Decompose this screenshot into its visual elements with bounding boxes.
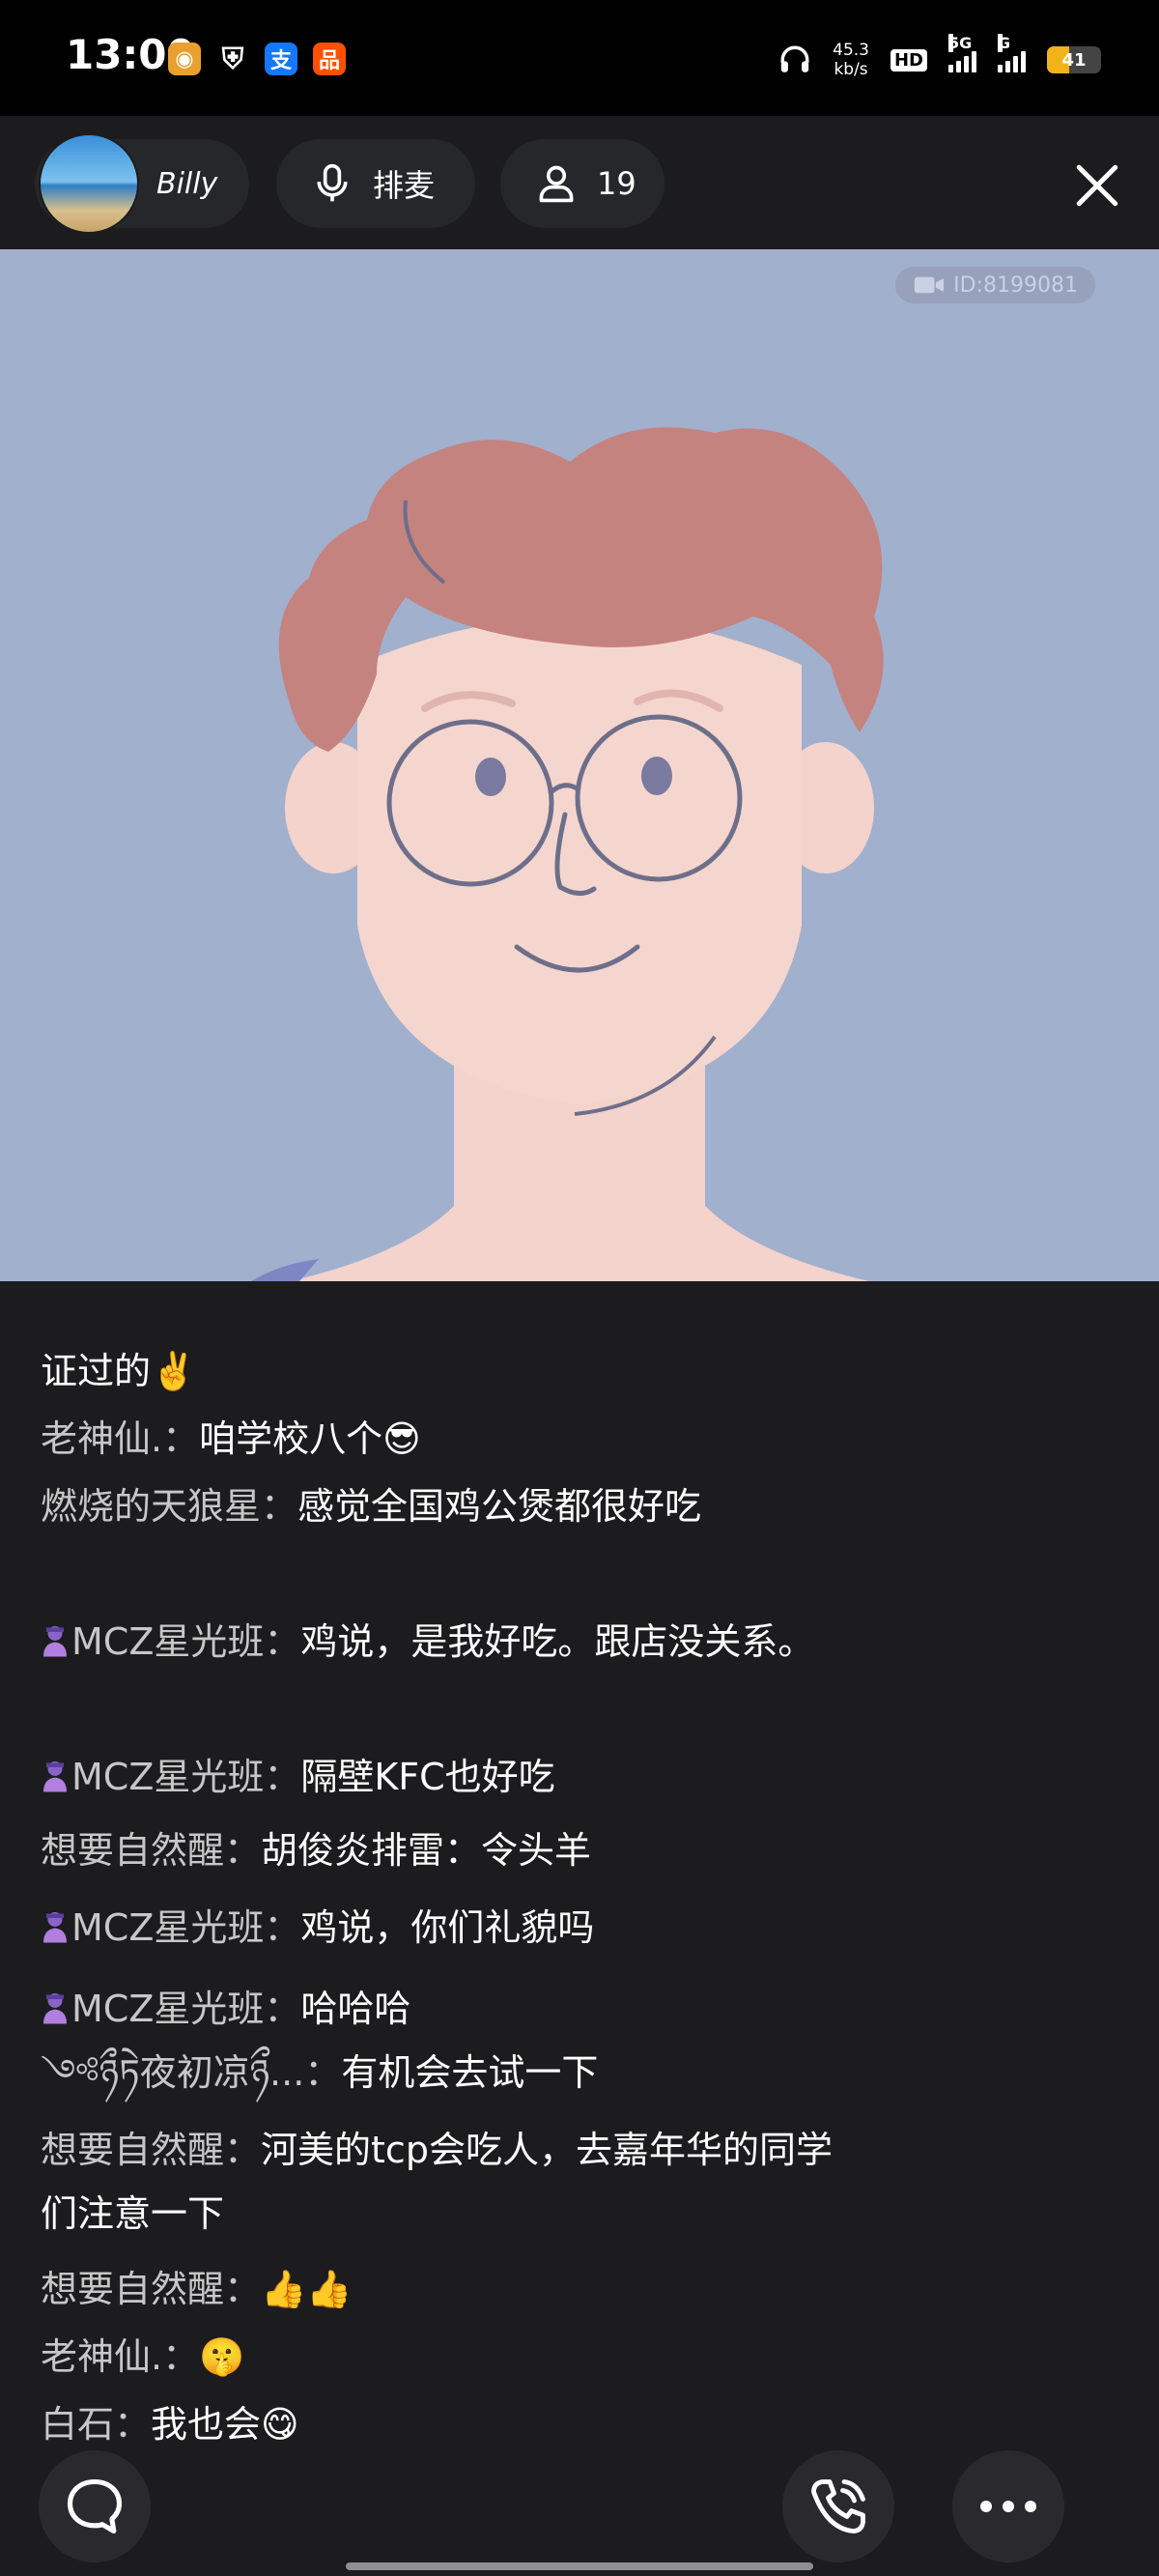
battery-indicator: 41: [1047, 46, 1101, 73]
members-button[interactable]: 19: [500, 139, 664, 228]
member-count: 19: [597, 165, 636, 202]
alipay-app-icon: 支: [265, 43, 297, 75]
chat-message-user[interactable]: MCZ星光班: [71, 1988, 264, 2030]
chat-message: 想要自然醒：河美的tcp会吃人，去嘉年华的同学们注意一下: [41, 2118, 842, 2246]
chat-message-text: 鸡说，是我好吃。跟店没关系。: [300, 1620, 815, 1663]
member-badge-icon: [43, 1912, 67, 1943]
chat-message-user[interactable]: MCZ星光班: [71, 1756, 264, 1798]
mic-queue-label: 排麦: [373, 167, 436, 204]
network-speed-unit: kb/s: [834, 60, 868, 79]
room-id: ID:8199081: [953, 272, 1078, 298]
chat-message-separator: ：: [162, 2335, 200, 2378]
home-indicator[interactable]: [346, 2562, 813, 2570]
status-bar: 13:00 ◉ ⛨ 支 品 45.3 kb/s HD 5G G 41: [0, 0, 1159, 116]
headphones-icon: [780, 45, 809, 72]
voice-call-button[interactable]: [782, 2450, 894, 2562]
chat-message-text: 哈哈哈: [300, 1988, 411, 2030]
chat-message-text: 感觉全国鸡公煲都很好吃: [297, 1485, 702, 1528]
chat-message: 老神仙.：🤫: [41, 2325, 842, 2389]
person-icon: [539, 165, 574, 203]
live-room-screen: 13:00 ◉ ⛨ 支 品 45.3 kb/s HD 5G G 41 Billy…: [0, 0, 1159, 2576]
chat-message-separator: ：: [261, 1485, 298, 1528]
chat-message-separator: ：: [264, 1906, 301, 1949]
chat-message-separator: ：: [162, 1417, 200, 1460]
phone-call-icon: [811, 2479, 865, 2533]
chat-message-user[interactable]: 想要自然醒: [41, 1829, 224, 1872]
signal-5g: 5G: [948, 34, 976, 72]
chat-message-text: 有机会去试一下: [341, 2051, 599, 2094]
video-camera-icon: [915, 276, 945, 294]
chat-message-separator: ：: [114, 2403, 152, 2446]
chat-message: 想要自然醒：胡俊炎排雷：令头羊: [41, 1818, 842, 1882]
member-badge-icon: [43, 1626, 67, 1657]
chat-message-emoji: 👍👍: [261, 2268, 353, 2310]
signal-5g-tag: 5G: [948, 34, 973, 52]
chat-message: MCZ星光班：鸡说，是我好吃。跟店没关系。: [41, 1610, 842, 1737]
chat-message-text: 证过的: [41, 1350, 152, 1392]
host-profile-button[interactable]: Billy: [35, 133, 249, 234]
chat-message-user[interactable]: 想要自然醒: [41, 2129, 224, 2171]
signal-g-tag: G: [998, 34, 1011, 52]
chat-message-separator: ：: [264, 1988, 301, 2030]
host-avatar: [39, 133, 139, 234]
hd-badge: HD: [890, 48, 927, 72]
signal-g: G: [998, 34, 1026, 72]
chat-message-list[interactable]: 证过的✌️ 老神仙.：咱学校八个😎 燃烧的天狼星：感觉全国鸡公煲都很好吃 MCZ星光班…: [0, 1281, 1159, 2446]
chat-message-separator: ：: [224, 2268, 262, 2310]
status-right-group: 45.3 kb/s HD 5G G 41: [778, 33, 1101, 87]
close-icon: [1076, 164, 1118, 207]
chat-message-user[interactable]: MCZ星光班: [71, 1906, 264, 1949]
more-dots-icon: [980, 2501, 1036, 2512]
chat-message-emoji: 😎: [382, 1417, 421, 1460]
shield-app-icon: ⛨: [221, 42, 244, 76]
chat-message-user[interactable]: 老神仙.: [41, 2335, 162, 2378]
chat-message-emoji: 🤫: [199, 2335, 245, 2378]
chat-message-separator: ：: [264, 1620, 301, 1663]
chat-message: MCZ星光班：哈哈哈: [41, 1977, 842, 2041]
chat-message-text: 咱学校八个: [199, 1417, 383, 1460]
more-options-button[interactable]: [952, 2450, 1064, 2562]
host-name: Billy: [156, 166, 218, 201]
chat-message-emoji: ✌️: [151, 1350, 197, 1392]
chat-message-user[interactable]: 白石: [41, 2403, 114, 2446]
room-id-badge: ID:8199081: [895, 267, 1095, 303]
chat-message: 证过的✌️: [41, 1339, 842, 1403]
mic-icon: [317, 163, 348, 202]
chat-message: MCZ星光班：隔壁KFC也好吃: [41, 1745, 842, 1809]
chat-message: MCZ星光班：鸡说，你们礼貌吗: [41, 1896, 842, 1960]
video-stream[interactable]: ID:8199081: [0, 249, 1159, 1281]
chat-message-separator: ：: [224, 1829, 262, 1872]
chat-message: 想要自然醒：👍👍: [41, 2257, 842, 2321]
bottom-action-bar: [0, 2441, 1159, 2576]
chat-message-text: 我也会: [151, 2403, 262, 2446]
camera-app-icon: ◉: [168, 43, 201, 75]
chat-message-user[interactable]: MCZ星光班: [71, 1620, 264, 1663]
chat-message-separator: ：: [264, 1756, 301, 1798]
mic-queue-button[interactable]: 排麦: [276, 139, 475, 228]
close-button[interactable]: [1062, 151, 1132, 220]
chat-message: ༺ཉྀཏེ夜初凉ཉྀ...：有机会去试一下: [41, 2041, 842, 2104]
taobao-app-icon: 品: [313, 43, 346, 75]
member-badge-icon: [43, 1993, 67, 2024]
chat-message-separator: ：: [304, 2051, 342, 2094]
host-cartoon-portrait: [251, 427, 884, 1281]
network-speed: 45.3 kb/s: [833, 41, 869, 79]
chat-message: 燃烧的天狼星：感觉全国鸡公煲都很好吃: [41, 1474, 842, 1602]
chat-message: 老神仙.：咱学校八个😎: [41, 1407, 842, 1471]
battery-level: 41: [1061, 49, 1087, 71]
chat-message-text: 鸡说，你们礼貌吗: [300, 1906, 595, 1949]
chat-message-separator: ：: [224, 2129, 262, 2171]
chat-message-user[interactable]: 老神仙.: [41, 1417, 162, 1460]
chat-bubble-icon: [67, 2478, 123, 2534]
chat-message-user[interactable]: 想要自然醒: [41, 2268, 224, 2310]
room-header: Billy 排麦 19: [0, 116, 1159, 249]
network-speed-value: 45.3: [833, 41, 869, 60]
chat-message-user[interactable]: ༺ཉྀཏེ夜初凉ཉྀ...: [41, 2051, 304, 2094]
chat-message-emoji: 😋: [261, 2403, 299, 2446]
chat-message-text: 胡俊炎排雷：令头羊: [261, 1829, 592, 1872]
chat-message-user[interactable]: 燃烧的天狼星: [41, 1485, 261, 1528]
member-badge-icon: [43, 1761, 67, 1792]
chat-message-text: 隔壁KFC也好吃: [300, 1756, 555, 1798]
chat-input-button[interactable]: [39, 2450, 151, 2562]
